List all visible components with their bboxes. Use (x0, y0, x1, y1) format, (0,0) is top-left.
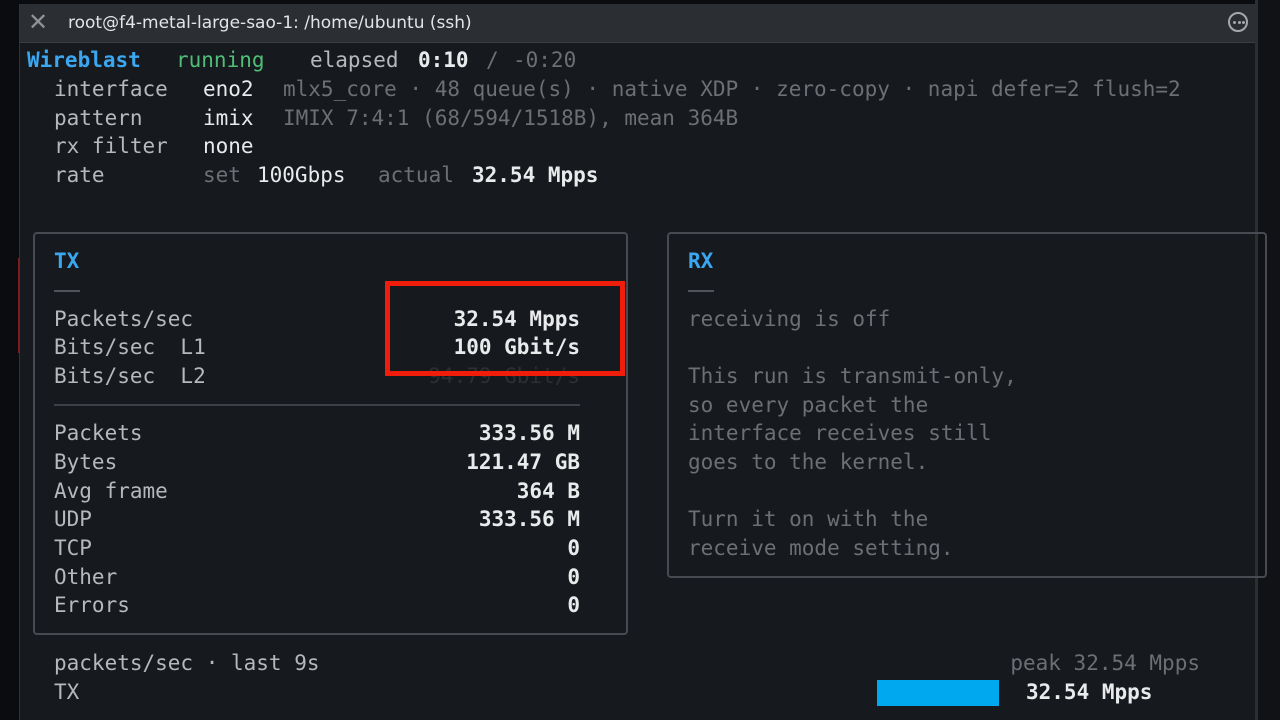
rx-hint-line: receive mode setting. (688, 536, 954, 560)
tx-counter-label: Avg frame (54, 479, 168, 503)
remaining-time: -0:20 (513, 48, 577, 72)
elapsed-separator: / (486, 48, 499, 72)
pattern-label: pattern (54, 106, 143, 130)
rate-set-value: 100Gbps (257, 163, 346, 187)
rate-actual-label: actual (378, 163, 454, 187)
tx-counter-value: 121.47 GB (466, 450, 580, 474)
tx-counter-value: 333.56 M (478, 507, 580, 531)
rx-hint-line: Turn it on with the (688, 507, 929, 531)
tx-counter-label: UDP (54, 507, 92, 531)
pattern-value: imix (203, 106, 254, 130)
highlight-box (385, 281, 625, 376)
sparkline-series-label: TX (54, 680, 80, 704)
interface-detail: mlx5_core · 48 queue(s) · native XDP · z… (283, 77, 1181, 101)
tx-divider (54, 404, 580, 406)
tx-counter-label: Bytes (54, 450, 118, 474)
scroll-marker (18, 258, 20, 353)
tx-rate-label: Bits/sec L2 (54, 364, 206, 388)
interface-value: eno2 (203, 77, 254, 101)
tx-counter-value: 0 (567, 536, 580, 560)
tx-counter-value: 0 (567, 565, 580, 589)
tx-rate-label: Packets/sec (54, 307, 194, 331)
rate-actual-value: 32.54 Mpps (472, 163, 599, 187)
tx-panel-title: TX (54, 249, 80, 273)
sparkline-title: packets/sec · last 9s (54, 651, 320, 675)
more-options-icon[interactable] (1228, 12, 1248, 32)
rx-status: receiving is off (688, 307, 891, 331)
rx-filter-value: none (203, 134, 254, 158)
rx-explanation-line: This run is transmit-only, (688, 364, 1017, 388)
tx-counter-value: 364 B (516, 479, 580, 503)
tx-title-rule (54, 290, 80, 292)
rx-explanation-line: so every packet the (688, 393, 929, 417)
sparkline-current-value: 32.54 Mpps (1026, 680, 1153, 704)
rx-filter-label: rx filter (54, 134, 168, 158)
elapsed-label: elapsed (310, 48, 399, 72)
window-title: root@f4-metal-large-sao-1: /home/ubuntu … (68, 13, 472, 33)
pattern-detail: IMIX 7:4:1 (68/594/1518B), mean 364B (283, 106, 739, 130)
rx-explanation-line: goes to the kernel. (688, 450, 929, 474)
tx-counter-label: TCP (54, 536, 92, 560)
window-titlebar: ✕ root@f4-metal-large-sao-1: /home/ubunt… (20, 4, 1256, 43)
tx-counter-label: Other (54, 565, 118, 589)
run-status: running (176, 48, 265, 72)
rate-label: rate (54, 163, 105, 187)
tx-counter-value: 0 (567, 593, 580, 617)
rate-set-label: set (203, 163, 241, 187)
interface-label: interface (54, 77, 168, 101)
rx-explanation-line: interface receives still (688, 421, 992, 445)
tx-counter-value: 333.56 M (478, 421, 580, 445)
rx-panel-title: RX (688, 249, 714, 273)
tx-rate-label: Bits/sec L1 (54, 335, 206, 359)
sparkline-peak: peak 32.54 Mpps (1010, 651, 1200, 675)
close-tab-icon[interactable]: ✕ (28, 7, 48, 37)
tx-rate-bar (877, 680, 999, 706)
app-name: Wireblast (27, 48, 141, 72)
tx-counter-label: Errors (54, 593, 130, 617)
rx-title-rule (688, 290, 714, 292)
elapsed-value: 0:10 (418, 48, 469, 72)
tx-counter-label: Packets (54, 421, 143, 445)
